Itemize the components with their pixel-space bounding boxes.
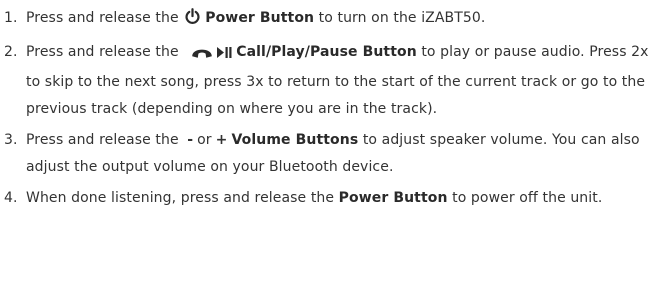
play-pause-icon	[217, 42, 232, 69]
step-text-pre: Press and release the	[26, 132, 184, 148]
step-number: 4.	[4, 190, 18, 206]
step-number: 3.	[4, 132, 18, 148]
step-text-pre: When done listening, press and release t…	[26, 190, 339, 206]
step-volume: 3. Press and release the - or + Volume Butt…	[0, 127, 664, 181]
power-button-label: Power Button	[205, 10, 315, 26]
phone-handset-icon	[191, 42, 213, 69]
step-call-play-pause: 2. Press and release the Call/Play/Pause…	[0, 39, 664, 123]
volume-plus-symbol: +	[215, 132, 228, 148]
step-power-on: 1. Press and release the Power Button to…	[0, 5, 664, 35]
instruction-list: 1. Press and release the Power Button to…	[0, 5, 664, 212]
volume-minus-symbol: -	[187, 132, 194, 148]
step-number: 1.	[4, 10, 18, 26]
step-text-post: to turn on the iZABT50.	[314, 10, 486, 26]
step-text-post: to power off the unit.	[447, 190, 603, 206]
step-power-off: 4. When done listening, press and releas…	[0, 185, 664, 212]
volume-buttons-label: Volume Buttons	[231, 132, 359, 148]
call-play-pause-button-label: Call/Play/Pause Button	[236, 44, 417, 60]
power-icon	[184, 8, 201, 35]
or-text: or	[197, 132, 212, 148]
power-button-label: Power Button	[338, 190, 448, 206]
step-text-pre: Press and release the	[26, 10, 184, 26]
step-number: 2.	[4, 44, 18, 60]
step-text-pre: Press and release the	[26, 44, 184, 60]
